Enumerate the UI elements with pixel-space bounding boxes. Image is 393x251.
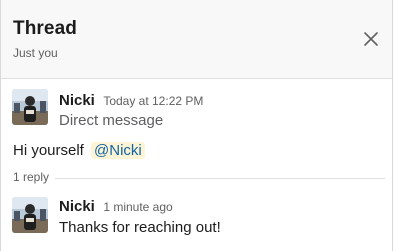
reply-divider: 1 reply: [13, 170, 385, 184]
message-subtext: Direct message: [59, 112, 164, 129]
close-thread-button[interactable]: [357, 25, 385, 53]
thread-panel: Thread Just you Nicki Today at 12:22 PM: [0, 0, 393, 251]
message-header: Nicki Today at 12:22 PM: [59, 92, 203, 110]
message-timestamp[interactable]: 1 minute ago: [103, 200, 172, 214]
message-body: Thanks for reaching out!: [59, 219, 221, 236]
message-header: Nicki 1 minute ago: [59, 198, 173, 216]
close-icon: [364, 32, 378, 46]
author-name[interactable]: Nicki: [59, 198, 95, 215]
avatar[interactable]: [12, 197, 48, 233]
avatar-image: [12, 197, 48, 233]
thread-subtitle: Just you: [13, 46, 58, 60]
avatar-image: [12, 89, 48, 125]
message-body: Hi yourself @Nicki: [13, 142, 145, 159]
avatar[interactable]: [12, 89, 48, 125]
divider-line: [13, 178, 385, 179]
message-timestamp[interactable]: Today at 12:22 PM: [103, 94, 203, 108]
author-name[interactable]: Nicki: [59, 92, 95, 109]
message-text: Hi yourself: [13, 142, 84, 159]
user-mention[interactable]: @Nicki: [91, 142, 145, 159]
thread-header: Thread Just you: [1, 0, 392, 79]
reply-count: 1 reply: [13, 170, 56, 184]
thread-title: Thread: [13, 18, 77, 39]
